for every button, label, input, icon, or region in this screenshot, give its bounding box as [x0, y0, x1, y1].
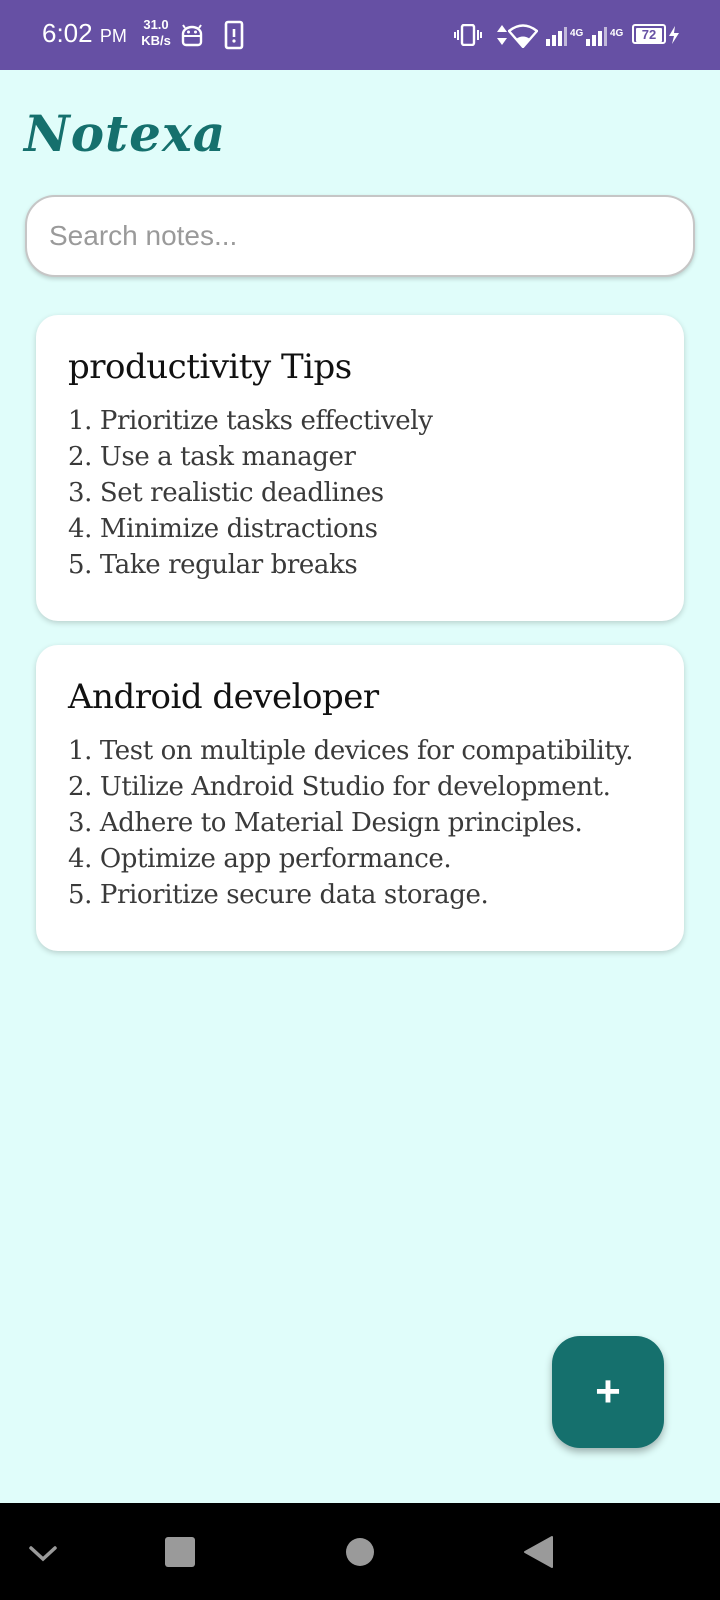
network-speed-value: 31.0	[143, 17, 169, 32]
data-arrows-icon	[496, 24, 508, 51]
network-type-2: 4G	[610, 28, 624, 39]
note-line: 4. Minimize distractions	[68, 514, 378, 544]
status-bar: 6:02 PM 31.0 KB/s 4G 4G 72	[0, 0, 720, 70]
note-line: 2. Utilize Android Studio for developmen…	[68, 772, 611, 802]
note-title: productivity Tips	[68, 347, 352, 387]
note-line: 3. Set realistic deadlines	[68, 478, 384, 508]
home-icon[interactable]	[344, 1536, 376, 1573]
note-card[interactable]: productivity Tips 1. Prioritize tasks ef…	[36, 315, 684, 621]
recents-icon[interactable]	[164, 1536, 196, 1573]
search-bar[interactable]	[25, 195, 695, 277]
back-icon[interactable]	[522, 1535, 554, 1574]
status-time: 6:02 PM	[42, 18, 127, 49]
battery-level: 72	[636, 28, 662, 42]
note-line: 1. Prioritize tasks effectively	[68, 406, 433, 436]
battery-icon: 72	[632, 24, 666, 44]
app-title: Notexa	[24, 104, 227, 163]
network-speed: 31.0 KB/s	[138, 17, 174, 49]
vibrate-icon	[454, 23, 482, 51]
add-note-button[interactable]: +	[552, 1336, 664, 1448]
status-time-value: 6:02	[42, 18, 93, 48]
wifi-icon	[507, 24, 539, 53]
note-line: 5. Prioritize secure data storage.	[68, 880, 489, 910]
note-line: 3. Adhere to Material Design principles.	[68, 808, 583, 838]
search-input[interactable]	[27, 197, 693, 275]
navigation-bar	[0, 1503, 720, 1600]
alert-phone-icon	[224, 20, 244, 55]
android-icon	[180, 20, 204, 53]
note-line: 4. Optimize app performance.	[68, 844, 452, 874]
note-line: 2. Use a task manager	[68, 442, 356, 472]
signal-icon	[546, 26, 568, 51]
chevron-down-icon[interactable]	[28, 1545, 58, 1568]
network-speed-unit: KB/s	[141, 33, 171, 48]
note-line: 1. Test on multiple devices for compatib…	[68, 736, 634, 766]
note-card[interactable]: Android developer 1. Test on multiple de…	[36, 645, 684, 951]
note-line: 5. Take regular breaks	[68, 550, 358, 580]
charging-icon	[668, 26, 680, 49]
network-type-1: 4G	[570, 28, 584, 39]
signal-icon	[586, 26, 608, 51]
plus-icon: +	[595, 1367, 621, 1416]
note-title: Android developer	[68, 677, 379, 717]
status-time-ampm: PM	[99, 26, 127, 46]
